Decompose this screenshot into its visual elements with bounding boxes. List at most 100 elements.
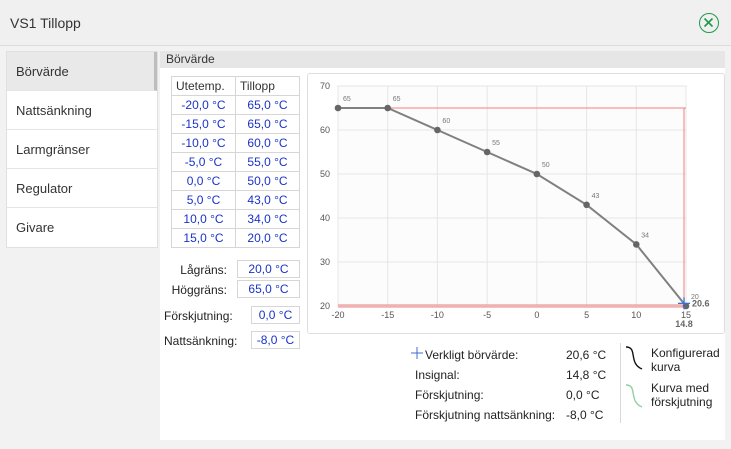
outdoor-temp-cell[interactable]: -15,0 °C: [171, 114, 236, 134]
shift-info-value: 0,0 °C: [566, 388, 600, 402]
supply-temp-cell[interactable]: 43,0 °C: [235, 190, 300, 210]
x-tick-label: -5: [483, 310, 491, 320]
x-tick-label: -20: [331, 310, 344, 320]
dialog-title: VS1 Tillopp: [10, 15, 81, 31]
night-setback-label: Nattsänkning:: [164, 334, 238, 348]
content-panel: Börvärde Utetemp. Tillopp -20,0 °C 65,0 °…: [160, 51, 725, 440]
sidebar: Börvärde Nattsänkning Larmgränser Regula…: [6, 51, 158, 248]
supply-temp-cell[interactable]: 50,0 °C: [235, 171, 300, 191]
curve-point: [583, 201, 590, 209]
y-tick-label: 40: [320, 213, 330, 223]
sidebar-item-givare[interactable]: Givare: [7, 208, 157, 247]
sidebar-item-larmgranser[interactable]: Larmgränser: [7, 130, 157, 169]
point-label: 50: [542, 162, 550, 169]
table-header: Utetemp.: [171, 76, 236, 96]
supply-temp-cell[interactable]: 20,0 °C: [235, 228, 300, 248]
supply-temp-cell[interactable]: 60,0 °C: [235, 133, 300, 153]
table-row: -5,0 °C 55,0 °C: [171, 152, 300, 172]
x-tick-label: -15: [381, 310, 394, 320]
title-bar: VS1 Tillopp: [0, 0, 731, 46]
supply-temp-cell[interactable]: 34,0 °C: [235, 209, 300, 229]
configured-curve-icon: [625, 346, 643, 370]
night-shift-info-value: -8,0 °C: [566, 408, 604, 422]
supply-temp-cell[interactable]: 65,0 °C: [235, 114, 300, 134]
point-label: 43: [592, 193, 600, 200]
table-header-row: Utetemp. Tillopp: [171, 76, 300, 96]
curve-point: [434, 126, 441, 134]
outdoor-temp-cell[interactable]: 10,0 °C: [171, 209, 236, 229]
table-row: 5,0 °C 43,0 °C: [171, 190, 300, 210]
low-limit-label: Lågräns:: [180, 263, 227, 277]
sidebar-item-nattsankning[interactable]: Nattsänkning: [7, 91, 157, 130]
supply-temp-cell[interactable]: 65,0 °C: [235, 95, 300, 115]
y-tick-label: 60: [320, 125, 330, 135]
x-tick-label: 10: [631, 310, 641, 320]
sidebar-item-label: Givare: [16, 220, 55, 235]
sidebar-item-regulator[interactable]: Regulator: [7, 169, 157, 208]
close-button[interactable]: [699, 13, 719, 33]
point-label: 65: [343, 96, 351, 103]
shifted-curve-icon: [625, 384, 643, 408]
curve-point: [483, 148, 491, 156]
shift-field[interactable]: 0,0 °C: [251, 306, 300, 324]
sidebar-item-label: Regulator: [16, 181, 73, 196]
table-row: 15,0 °C 20,0 °C: [171, 228, 300, 248]
outdoor-temp-cell[interactable]: 5,0 °C: [171, 190, 236, 210]
legend-divider: [620, 343, 621, 423]
chart-container: -20 -15 -10 -5 0 5 10 15 20 30 40 50 60 70 65 65 60 55 50 4…: [307, 73, 725, 334]
high-limit-label: Höggräns:: [171, 283, 227, 297]
sidebar-item-borvarde[interactable]: Börvärde: [7, 52, 157, 91]
outdoor-temp-cell[interactable]: 15,0 °C: [171, 228, 236, 248]
table-row: -15,0 °C 65,0 °C: [171, 114, 300, 134]
y-tick-label: 70: [320, 81, 330, 91]
shift-info-label: Förskjutning:: [415, 388, 484, 402]
table-header: Tillopp: [235, 76, 300, 96]
sidebar-item-label: Larmgränser: [16, 142, 90, 157]
high-limit-field[interactable]: 65,0 °C: [237, 280, 300, 298]
y-tick-label: 30: [320, 257, 330, 267]
outdoor-temp-cell[interactable]: -5,0 °C: [171, 152, 236, 172]
y-tick-label: 20: [320, 301, 330, 311]
night-setback-field[interactable]: -8,0 °C: [251, 331, 300, 349]
night-shift-info-label: Förskjutning nattsänkning:: [415, 408, 556, 422]
actual-setpoint-label: Verkligt börvärde:: [425, 348, 519, 362]
x-tick-label: -10: [431, 310, 444, 320]
marker-x-label: 14.8: [675, 319, 693, 329]
point-label: 55: [492, 140, 500, 147]
point-label: 60: [442, 118, 450, 125]
curve-table: Utetemp. Tillopp -20,0 °C 65,0 °C -15,0 °…: [171, 76, 300, 248]
section-title: Börvärde: [160, 51, 725, 68]
crosshair-icon: [411, 347, 423, 359]
table-row: 10,0 °C 34,0 °C: [171, 209, 300, 229]
point-label: 34: [641, 232, 649, 239]
table-row: -20,0 °C 65,0 °C: [171, 95, 300, 115]
configured-curve-label: Konfigurerad: [651, 346, 720, 360]
actual-setpoint-value: 20,6 °C: [566, 348, 607, 362]
plot-area: [337, 85, 687, 307]
x-tick-label: 0: [534, 310, 539, 320]
sidebar-item-label: Nattsänkning: [16, 103, 92, 118]
shift-label: Förskjutning:: [164, 309, 233, 323]
shifted-curve-label-2: förskjutning: [651, 395, 713, 409]
outdoor-temp-cell[interactable]: -10,0 °C: [171, 133, 236, 153]
sidebar-item-label: Börvärde: [16, 64, 69, 79]
configured-curve-label-2: kurva: [651, 360, 681, 374]
setpoint-chart: -20 -15 -10 -5 0 5 10 1520304050607065 656055504…: [320, 81, 710, 329]
supply-temp-cell[interactable]: 55,0 °C: [235, 152, 300, 172]
table-row: -10,0 °C 60,0 °C: [171, 133, 300, 153]
curve-point: [334, 104, 342, 112]
shifted-curve-label: Kurva med: [651, 381, 710, 395]
y-tick-label: 50: [320, 169, 330, 179]
dialog: VS1 Tillopp Börvärde Nattsänkning Larmgr…: [0, 0, 731, 449]
marker-y-label: 20.6: [692, 298, 710, 308]
low-limit-field[interactable]: 20,0 °C: [237, 260, 300, 278]
table-row: 0,0 °C 50,0 °C: [171, 171, 300, 191]
curve-point: [533, 170, 541, 178]
outdoor-temp-cell[interactable]: -20,0 °C: [171, 95, 236, 115]
close-icon: [703, 17, 714, 28]
legend-area: Verkligt börvärde: 20,6 °C Insignal: 14,…: [410, 341, 725, 426]
outdoor-temp-cell[interactable]: 0,0 °C: [171, 171, 236, 191]
point-label: 65: [393, 96, 401, 103]
input-signal-label: Insignal:: [415, 368, 460, 382]
curve-point: [632, 241, 640, 248]
